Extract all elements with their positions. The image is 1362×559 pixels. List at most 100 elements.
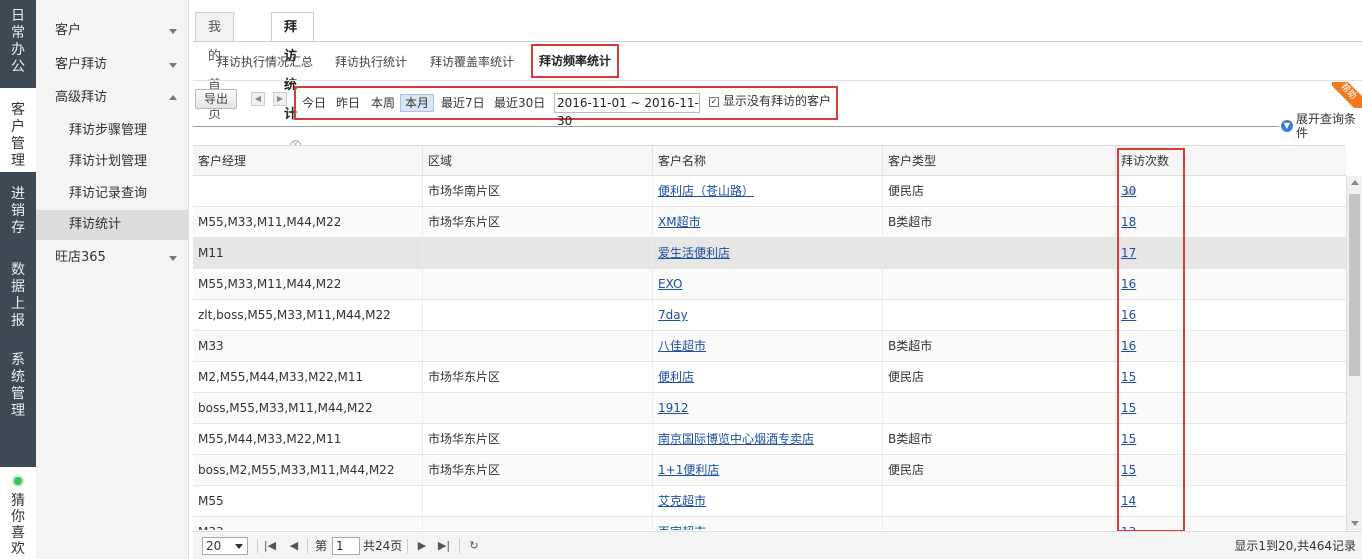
subtab-label: 拜访执行情况汇总 [217, 55, 314, 69]
prev-page-icon[interactable]: ◀ [287, 538, 301, 554]
nav-inventory[interactable]: 进销存 [0, 186, 36, 238]
subtab-execution-summary[interactable]: 拜访执行情况汇总 [211, 51, 319, 75]
cell-region: 市场华南片区 [423, 176, 653, 206]
nav-daily-office[interactable]: 日常办公 [0, 8, 36, 75]
name-value[interactable]: 1912 [658, 401, 689, 415]
name-value[interactable]: 1+1便利店 [658, 463, 719, 477]
table-row[interactable]: M33 百家超市 13 [193, 517, 1346, 530]
name-value[interactable]: 南京国际博览中心烟酒专卖店 [658, 432, 814, 446]
nav-system-management[interactable]: 系统管理 [0, 352, 36, 422]
col-header-region[interactable]: 区域 [423, 146, 653, 176]
sidebar-item-customer-visit[interactable]: 客户拜访 [36, 50, 189, 80]
table-row[interactable]: zlt,boss,M55,M33,M11,M44,M22 7day 16 [193, 300, 1346, 331]
table-row[interactable]: boss,M55,M33,M11,M44,M22 1912 15 [193, 393, 1346, 424]
chevron-right-icon[interactable]: ▶ [273, 92, 287, 106]
chevron-left-icon[interactable]: ◀ [251, 92, 265, 106]
count-value[interactable]: 16 [1121, 308, 1136, 322]
range-last-30-days[interactable]: 最近30日 [490, 94, 549, 112]
table-row[interactable]: M55,M33,M11,M44,M22 EXO 16 [193, 269, 1346, 300]
table-row[interactable]: M55 艾克超市 14 [193, 486, 1346, 517]
first-page-icon[interactable]: |◀ [263, 538, 277, 554]
count-value[interactable]: 16 [1121, 277, 1136, 291]
col-header-manager[interactable]: 客户经理 [193, 146, 423, 176]
cell-region [423, 393, 653, 423]
nav-data-report[interactable]: 数据上报 [0, 262, 36, 332]
name-value[interactable]: 八佳超市 [658, 339, 706, 353]
col-header-customer-name[interactable]: 客户名称 [653, 146, 883, 176]
date-range-group: 今日 昨日 本周 本月 最近7日 最近30日 2016-11-01 ~ 2016… [294, 86, 838, 128]
tab-visit-stats[interactable]: 拜访统计 × [271, 12, 314, 151]
range-this-month[interactable]: 本月 [400, 94, 435, 112]
count-value[interactable]: 15 [1121, 370, 1136, 384]
count-value[interactable]: 30 [1121, 184, 1136, 198]
cell-name: XM超市 [653, 207, 883, 237]
page-size-select[interactable]: 20 [202, 537, 248, 555]
count-value[interactable]: 15 [1121, 432, 1136, 446]
show-no-visit-checkbox[interactable]: ✓ [709, 97, 719, 107]
scroll-down-icon[interactable] [1351, 521, 1359, 526]
sidebar-item-visit-steps[interactable]: 拜访步骤管理 [36, 116, 189, 146]
cell-name: 1+1便利店 [653, 455, 883, 485]
col-header-customer-type[interactable]: 客户类型 [883, 146, 1116, 176]
name-value[interactable]: XM超市 [658, 215, 701, 229]
col-header-label: 拜访次数 [1121, 154, 1170, 168]
name-value[interactable]: 便利店 [658, 370, 694, 384]
table-row[interactable]: M55,M44,M33,M22,M11 市场华东片区 南京国际博览中心烟酒专卖店 B类… [193, 424, 1346, 455]
name-value[interactable]: 艾克超市 [658, 494, 706, 508]
name-value[interactable]: 爱生活便利店 [658, 246, 730, 260]
nav-customer-management[interactable]: 客户管理 [0, 88, 36, 172]
table-row[interactable]: M55,M33,M11,M44,M22 市场华东片区 XM超市 B类超市 18 [193, 207, 1346, 238]
count-value[interactable]: 15 [1121, 401, 1136, 415]
cell-count: 15 [1116, 362, 1184, 392]
scroll-up-icon[interactable] [1351, 180, 1359, 185]
table-row[interactable]: M33 八佳超市 B类超市 16 [193, 331, 1346, 362]
table-row[interactable]: 市场华南片区 便利店（苍山路） 便民店 30 [193, 176, 1346, 207]
count-value[interactable]: 18 [1121, 215, 1136, 229]
count-value[interactable]: 15 [1121, 463, 1136, 477]
tab-home[interactable]: 我的首页 [195, 12, 235, 122]
range-last-7-days[interactable]: 最近7日 [437, 94, 489, 112]
count-value[interactable]: 13 [1121, 525, 1136, 530]
sidebar-item-visit-plan[interactable]: 拜访计划管理 [36, 147, 189, 177]
sidebar-item-visit-stats[interactable]: 拜访统计 [36, 210, 189, 240]
subtab-execution-stats[interactable]: 拜访执行统计 [329, 51, 413, 75]
table-row[interactable]: boss,M2,M55,M33,M11,M44,M22 市场华东片区 1+1便利店 便… [193, 455, 1346, 486]
range-this-week[interactable]: 本周 [367, 94, 399, 112]
export-button[interactable]: 导出 [195, 89, 237, 109]
name-value[interactable]: 7day [658, 308, 688, 322]
subtab-coverage-stats[interactable]: 拜访覆盖率统计 [424, 51, 520, 75]
manager-value: M11 [198, 246, 224, 260]
name-value[interactable]: 百家超市 [658, 525, 706, 530]
subtab-frequency-stats[interactable]: 拜访频率统计 [531, 44, 620, 78]
col-header-visit-count[interactable]: 拜访次数▲▼ [1116, 146, 1184, 196]
sidebar-item-wangdian365[interactable]: 旺店365 [36, 243, 189, 273]
record-info: 显示1到20,共464记录 [1234, 539, 1356, 553]
next-page-icon[interactable]: ▶ [415, 538, 429, 554]
cell-type [883, 238, 1116, 268]
count-value[interactable]: 14 [1121, 494, 1136, 508]
table-row[interactable]: M2,M55,M44,M33,M22,M11 市场华东片区 便利店 便民店 15 [193, 362, 1346, 393]
sidebar-item-advanced-visit[interactable]: 高级拜访 [36, 83, 189, 113]
recommend-panel[interactable]: 猜你喜欢 [0, 467, 36, 559]
chevron-down-icon [169, 256, 177, 261]
visit-frequency-table: 客户经理 区域 客户名称 客户类型 拜访次数▲▼ 市场华南片区 便利店（苍山路） 便… [193, 145, 1362, 530]
table-scrollbar[interactable] [1346, 176, 1362, 530]
page-number-input[interactable]: 1 [332, 537, 360, 555]
range-today[interactable]: 今日 [298, 94, 330, 112]
count-value[interactable]: 17 [1121, 246, 1136, 260]
region-value: 市场华东片区 [428, 463, 501, 477]
count-value[interactable]: 16 [1121, 339, 1136, 353]
range-yesterday[interactable]: 昨日 [332, 94, 364, 112]
table-row[interactable]: M11 爱生活便利店 17 [193, 238, 1346, 269]
date-range-input[interactable]: 2016-11-01 ~ 2016-11-30 [554, 93, 700, 128]
last-page-icon[interactable]: ▶| [437, 538, 451, 554]
scroll-thumb[interactable] [1349, 194, 1360, 376]
name-value[interactable]: 便利店（苍山路） [658, 184, 754, 198]
manager-value: zlt,boss,M55,M33,M11,M44,M22 [198, 308, 391, 322]
sidebar-item-visit-records[interactable]: 拜访记录查询 [36, 179, 189, 209]
refresh-icon[interactable]: ↻ [467, 538, 481, 554]
help-ribbon[interactable]: 帮助 [1332, 82, 1362, 108]
sidebar-item-customer[interactable]: 客户 [36, 16, 189, 46]
name-value[interactable]: EXO [658, 277, 682, 291]
nav-label: 系统管理 [11, 352, 25, 419]
